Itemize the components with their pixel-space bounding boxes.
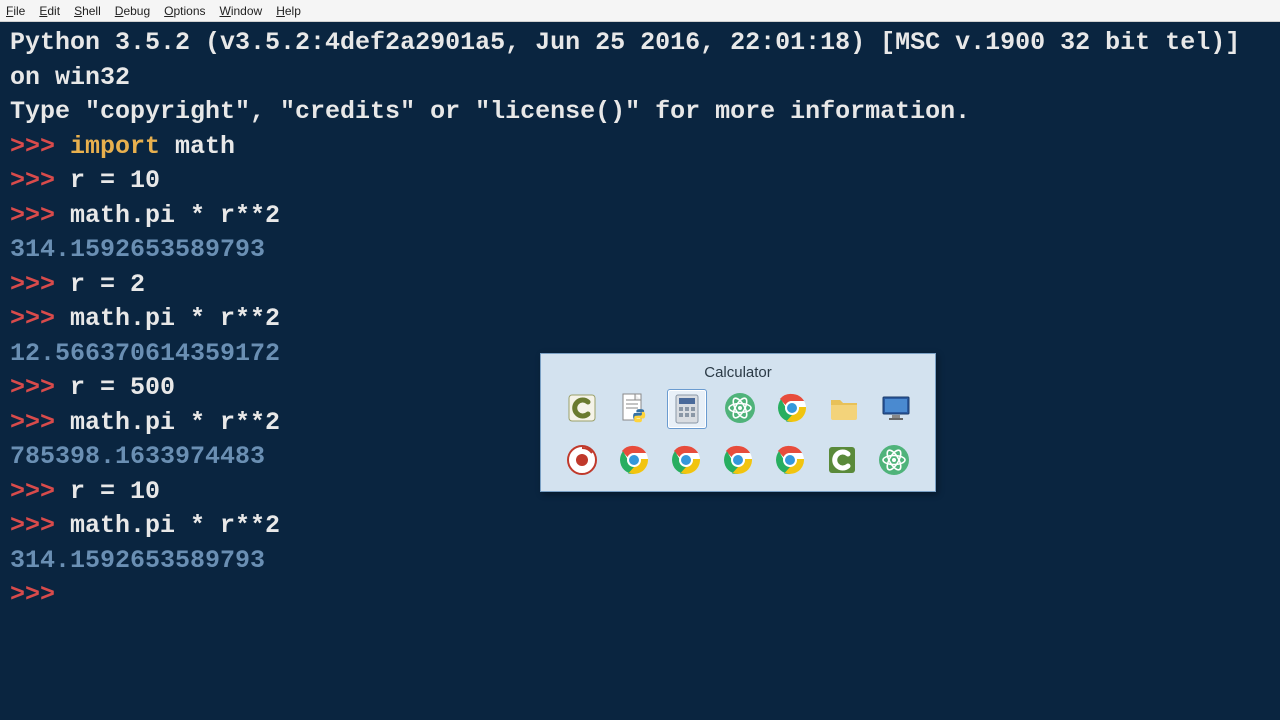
switcher-row-1	[551, 389, 925, 429]
menu-help[interactable]: Help	[276, 4, 301, 18]
chrome-icon[interactable]	[771, 441, 809, 479]
menu-edit[interactable]: Edit	[39, 4, 60, 18]
atom-icon[interactable]	[875, 441, 913, 479]
folder-icon[interactable]	[825, 389, 863, 427]
chrome-icon[interactable]	[719, 441, 757, 479]
menu-debug[interactable]: Debug	[115, 4, 150, 18]
shell-input-line: >>> r = 10	[10, 164, 1270, 199]
calculator-icon[interactable]	[667, 389, 707, 429]
menubar: File Edit Shell Debug Options Window Help	[0, 0, 1280, 22]
camtasia-icon[interactable]	[563, 389, 601, 427]
banner-line: Python 3.5.2 (v3.5.2:4def2a2901a5, Jun 2…	[10, 26, 1270, 95]
shell-input-line: >>> import math	[10, 130, 1270, 165]
menu-shell[interactable]: Shell	[74, 4, 101, 18]
camtasia-green-icon[interactable]	[823, 441, 861, 479]
menu-options[interactable]: Options	[164, 4, 205, 18]
shell-input-line: >>> math.pi * r**2	[10, 302, 1270, 337]
shell-output-line: 314.1592653589793	[10, 544, 1270, 579]
switcher-row-2	[551, 441, 925, 479]
shell-input-line: >>> math.pi * r**2	[10, 509, 1270, 544]
chrome-icon[interactable]	[667, 441, 705, 479]
chrome-icon[interactable]	[773, 389, 811, 427]
shell-input-line: >>> r = 2	[10, 268, 1270, 303]
switcher-title: Calculator	[551, 364, 925, 381]
shell-input-line: >>>	[10, 578, 1270, 613]
shell-input-line: >>> math.pi * r**2	[10, 199, 1270, 234]
shell-output-line: 314.1592653589793	[10, 233, 1270, 268]
recorder-icon[interactable]	[563, 441, 601, 479]
banner-line: Type "copyright", "credits" or "license(…	[10, 95, 1270, 130]
python-file-icon[interactable]	[615, 389, 653, 427]
atom-icon[interactable]	[721, 389, 759, 427]
monitor-icon[interactable]	[877, 389, 915, 427]
menu-window[interactable]: Window	[220, 4, 263, 18]
alt-tab-switcher: Calculator	[540, 353, 936, 492]
menu-file[interactable]: File	[6, 4, 25, 18]
chrome-icon[interactable]	[615, 441, 653, 479]
